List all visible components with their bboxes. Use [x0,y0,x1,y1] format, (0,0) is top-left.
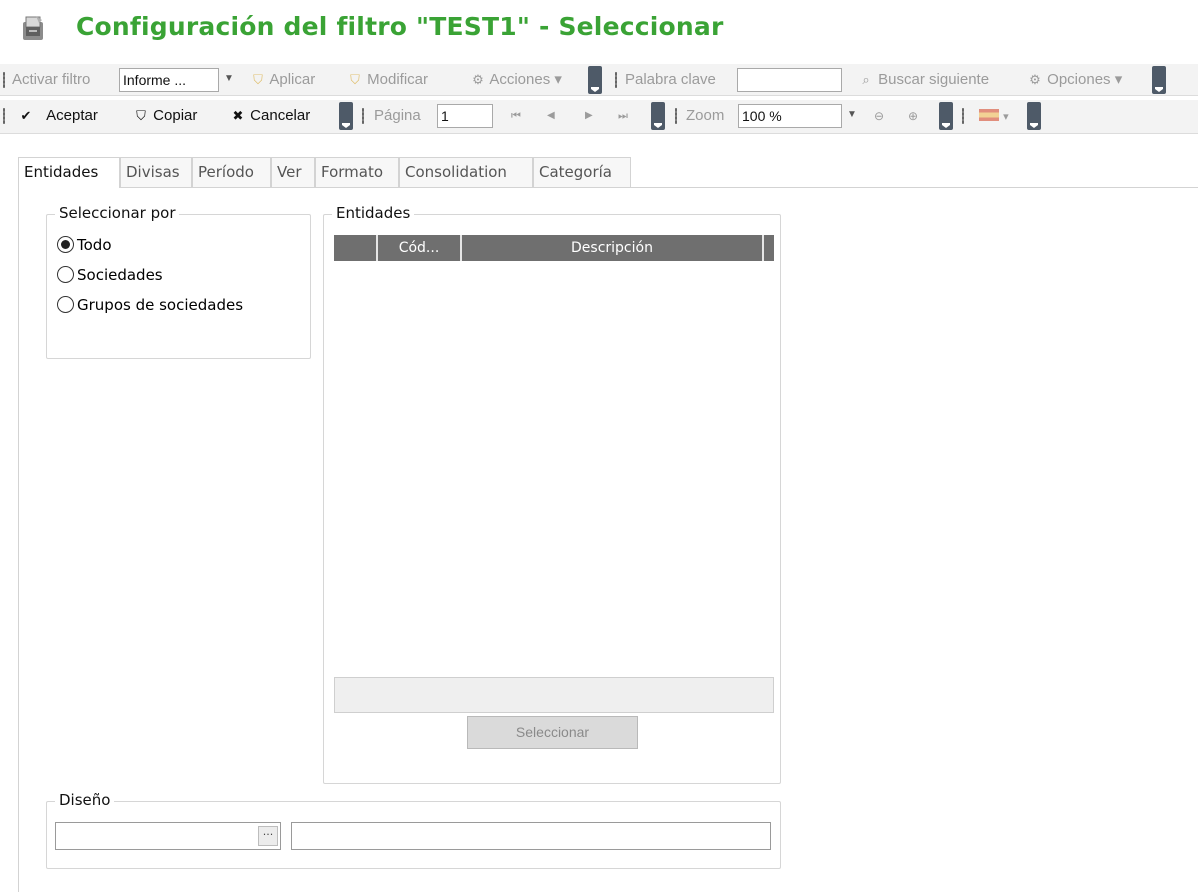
group-title: Seleccionar por [55,204,180,222]
page-title: Configuración del filtro "TEST1" - Selec… [76,12,724,41]
diseno-code-field[interactable]: ··· [55,822,281,850]
filter-config-icon [23,16,43,40]
seleccionar-por-group: Seleccionar por Todo Sociedades Grupos d… [46,204,311,359]
toolbar-overflow-button[interactable] [939,102,953,130]
buscar-siguiente-label: Buscar siguiente [878,71,990,88]
binoculars-icon: ⌕ [862,72,870,87]
copiar-label: Copiar [153,107,198,124]
radio-label: Todo [77,236,112,254]
prev-page-icon[interactable]: ◀ [547,100,555,132]
close-icon: ✖ [232,108,244,123]
toolbar-filter: Activar filtro Informe ... ▼ ⛉ Aplicar ⛉… [0,64,1198,96]
first-page-icon[interactable]: ⏮ [511,100,521,132]
palabra-clave-input[interactable] [737,68,842,92]
cancelar-button[interactable]: ✖ Cancelar [230,100,311,132]
zoom-label: Zoom [686,107,725,124]
toolbar-actions: ✔ Aceptar ⛉ Copiar ✖ Cancelar Página 1 ⏮… [0,100,1198,134]
filter-apply-icon: ⛉ [253,72,263,87]
copiar-button[interactable]: ⛉ Copiar [133,100,197,132]
gear-icon: ⚙ [1029,72,1041,87]
modificar-button[interactable]: ⛉ Modificar [347,64,428,96]
window-header: Configuración del filtro "TEST1" - Selec… [0,0,1198,60]
group-title: Diseño [55,791,115,809]
tab-consolidation[interactable]: Consolidation [399,157,533,187]
chevron-down-icon[interactable]: ▼ [843,104,861,128]
entidades-group: Entidades Cód... Descripción Seleccionar [323,204,781,784]
modificar-label: Modificar [367,71,429,88]
toolbar-overflow-button[interactable] [1152,66,1166,94]
toolbar-overflow-button[interactable] [1027,102,1041,130]
entidades-grid-body[interactable] [334,261,774,677]
tab-categoria[interactable]: Categoría [533,157,631,187]
acciones-dropdown[interactable]: ⚙ Acciones ▾ [470,64,562,96]
toolbar-grip[interactable] [3,108,5,124]
chevron-down-icon[interactable]: ▼ [220,68,238,92]
tab-panel-entidades: Seleccionar por Todo Sociedades Grupos d… [18,187,1198,892]
toolbar-overflow-button[interactable] [651,102,665,130]
toolbar-grip[interactable] [362,108,364,124]
palabra-clave-label: Palabra clave [625,71,716,88]
grid-row-selector-header[interactable] [334,235,378,261]
diseno-group: Diseño ··· [46,791,781,869]
seleccionar-button[interactable]: Seleccionar [467,716,638,749]
zoom-combo[interactable]: 100 % [738,104,842,128]
opciones-label: Opciones [1047,71,1111,88]
opciones-dropdown[interactable]: ⚙ Opciones ▾ [1027,64,1122,96]
tab-ver[interactable]: Ver [271,157,315,187]
checkmark-icon: ✔ [20,108,32,123]
column-header-descripcion[interactable]: Descripción [462,235,764,261]
zoom-out-icon[interactable]: ⊖ [874,100,884,132]
toolbar-grip[interactable] [675,108,677,124]
toolbar-grip[interactable] [615,72,617,88]
aplicar-button[interactable]: ⛉ Aplicar [250,64,315,96]
filter-copy-icon: ⛉ [136,108,146,123]
radio-label: Grupos de sociedades [77,296,244,314]
radio-todo[interactable]: Todo [57,234,112,256]
tab-divisas[interactable]: Divisas [120,157,192,187]
language-dropdown[interactable]: ▾ [979,100,1009,132]
activar-filtro-label: Activar filtro [12,71,91,88]
radio-unselected-icon [57,266,74,283]
tab-periodo[interactable]: Período [192,157,271,187]
buscar-siguiente-button[interactable]: ⌕ Buscar siguiente [858,64,989,96]
informe-combo[interactable]: Informe ... [119,68,219,92]
zoom-in-icon[interactable]: ⊕ [908,100,918,132]
pagina-label: Página [374,107,421,124]
filter-edit-icon: ⛉ [350,72,360,87]
aplicar-label: Aplicar [269,71,316,88]
radio-unselected-icon [57,296,74,313]
cancelar-label: Cancelar [250,107,311,124]
next-page-icon[interactable]: ▶ [585,100,593,132]
toolbar-overflow-button[interactable] [588,66,602,94]
radio-grupos-de-sociedades[interactable]: Grupos de sociedades [57,294,243,316]
ellipsis-icon[interactable]: ··· [258,826,278,846]
radio-label: Sociedades [77,266,163,284]
aceptar-button[interactable]: ✔ Aceptar [18,100,98,132]
radio-sociedades[interactable]: Sociedades [57,264,163,286]
entidades-grid-footer [334,677,774,713]
toolbar-overflow-button[interactable] [339,102,353,130]
aceptar-label: Aceptar [46,107,98,124]
spain-flag-icon [979,109,999,121]
diseno-description-field[interactable] [291,822,771,850]
tab-entidades[interactable]: Entidades [18,157,120,188]
last-page-icon[interactable]: ⏭ [618,100,628,132]
entidades-grid-header: Cód... Descripción [334,235,774,261]
acciones-label: Acciones [489,71,551,88]
gear-icon: ⚙ [472,72,484,87]
radio-selected-icon [57,236,74,253]
column-header-codigo[interactable]: Cód... [378,235,462,261]
group-title: Entidades [332,204,415,222]
tab-formato[interactable]: Formato [315,157,399,187]
toolbar-grip[interactable] [3,72,5,88]
pagina-input[interactable]: 1 [437,104,493,128]
toolbar-grip[interactable] [962,108,964,124]
